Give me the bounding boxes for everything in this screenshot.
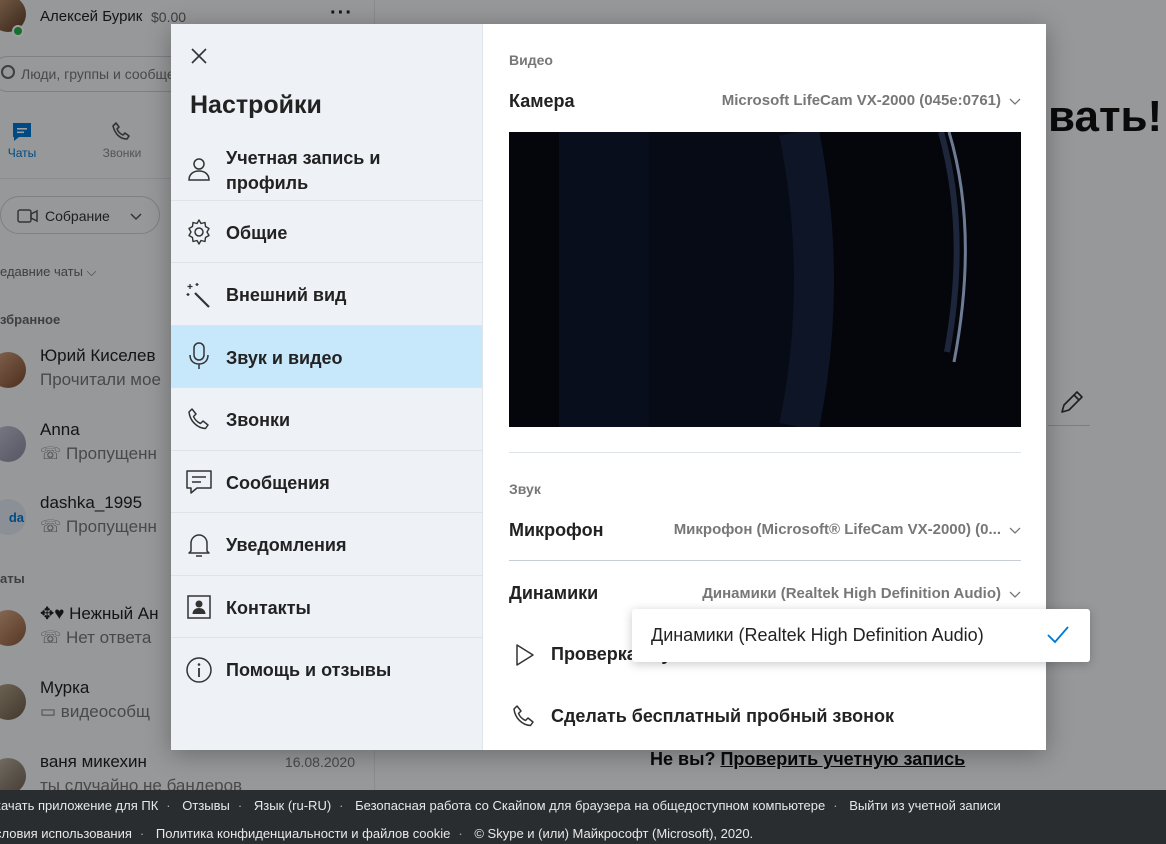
footer-link-download[interactable]: качать приложение для ПК <box>0 798 158 813</box>
chevron-down-icon <box>1009 591 1021 598</box>
test-call-label: Сделать бесплатный пробный звонок <box>551 706 895 726</box>
camera-select-value: Microsoft LifeCam VX-2000 (045e:0761) <box>721 92 1001 109</box>
divider <box>509 452 1021 453</box>
nav-item-notifications[interactable]: Уведомления <box>171 513 482 576</box>
magic-wand-icon <box>185 281 213 309</box>
close-icon[interactable] <box>187 44 211 68</box>
bell-icon <box>185 531 213 559</box>
camera-label: Камера <box>509 91 575 111</box>
footer-link-feedback[interactable]: Отзывы <box>182 798 230 813</box>
nav-item-label: Уведомления <box>226 535 347 555</box>
speakers-label: Динамики <box>509 583 599 603</box>
camera-select[interactable]: Microsoft LifeCam VX-2000 (045e:0761) <box>722 92 1021 109</box>
footer-link-language[interactable]: Язык (ru-RU) <box>254 798 331 813</box>
checkmark-icon <box>1047 626 1069 644</box>
message-icon <box>185 468 213 496</box>
chevron-down-icon <box>1009 98 1021 105</box>
speakers-select[interactable]: Динамики (Realtek High Definition Audio) <box>702 585 1021 602</box>
footer: качать приложение для ПК · Отзывы · Язык (… <box>0 790 1166 844</box>
nav-item-account[interactable]: Учетная запись и профиль <box>171 138 482 201</box>
nav-item-label: Звонки <box>226 410 291 430</box>
settings-nav: Настройки Учетная запись и профиль Общие… <box>171 24 483 750</box>
play-icon <box>516 644 534 666</box>
camera-preview <box>509 132 1021 427</box>
test-call-button[interactable]: Сделать бесплатный пробный звонок <box>509 700 1021 736</box>
microphone-select[interactable]: Микрофон (Microsoft® LifeCam VX-2000) (0… <box>674 521 1021 538</box>
nav-item-calls[interactable]: Звонки <box>171 388 482 451</box>
settings-title: Настройки <box>190 91 322 119</box>
footer-link-terms[interactable]: словия использования <box>0 826 132 841</box>
video-section-header: Видео <box>509 52 553 68</box>
microphone-select-value: Микрофон (Microsoft® LifeCam VX-2000) (0… <box>673 521 1001 538</box>
nav-item-contacts[interactable]: Контакты <box>171 576 482 638</box>
footer-link-public-computer[interactable]: Безопасная работа со Скайпом для браузер… <box>355 798 825 813</box>
nav-item-audio-video[interactable]: Звук и видео <box>171 326 482 388</box>
phone-icon <box>185 406 213 434</box>
phone-icon <box>513 705 534 727</box>
microphone-label: Микрофон <box>509 520 604 540</box>
divider <box>509 560 1021 561</box>
speakers-dropdown-option[interactable]: Динамики (Realtek High Definition Audio) <box>632 609 1090 662</box>
gear-icon <box>185 218 213 246</box>
speakers-option-label: Динамики (Realtek High Definition Audio) <box>651 625 984 645</box>
nav-item-label: Помощь и отзывы <box>226 660 392 680</box>
nav-item-general[interactable]: Общие <box>171 201 482 263</box>
nav-item-label: Звук и видео <box>226 348 343 368</box>
speakers-select-value: Динамики (Realtek High Definition Audio) <box>702 585 1001 602</box>
nav-item-help[interactable]: Помощь и отзывы <box>171 638 482 701</box>
nav-item-label: Учетная запись и профиль <box>226 148 381 193</box>
nav-item-label: Сообщения <box>226 473 330 493</box>
footer-link-privacy[interactable]: Политика конфиденциальности и файлов coo… <box>156 826 451 841</box>
info-icon <box>185 656 213 684</box>
contacts-icon <box>185 593 213 621</box>
person-icon <box>185 155 213 183</box>
nav-item-label: Контакты <box>226 598 311 618</box>
nav-item-appearance[interactable]: Внешний вид <box>171 263 482 326</box>
microphone-icon <box>185 342 213 370</box>
chevron-down-icon <box>1009 527 1021 534</box>
nav-item-label: Внешний вид <box>226 285 347 305</box>
audio-section-header: Звук <box>509 481 541 497</box>
nav-item-messages[interactable]: Сообщения <box>171 451 482 513</box>
footer-link-sign-out[interactable]: Выйти из учетной записи <box>849 798 1001 813</box>
footer-copyright: © Skype и (или) Майкрософт (Microsoft), … <box>474 826 754 841</box>
nav-item-label: Общие <box>226 223 288 243</box>
